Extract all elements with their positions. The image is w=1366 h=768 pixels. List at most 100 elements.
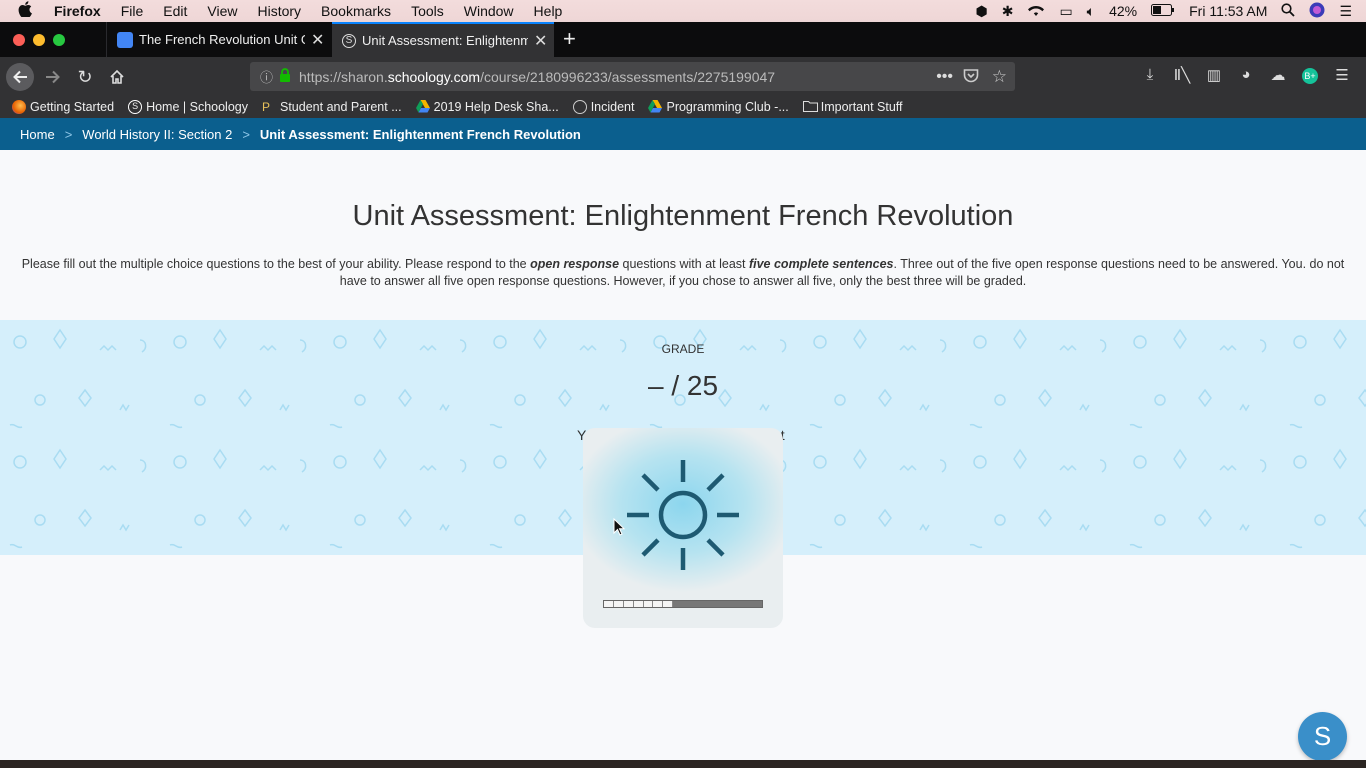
new-tab-button[interactable]: + — [563, 26, 576, 52]
bookmark-label: Programming Club -... — [666, 100, 789, 114]
siri-icon[interactable] — [1309, 2, 1325, 21]
macos-menubar: Firefox File Edit View History Bookmarks… — [0, 0, 1366, 22]
spotlight-search-icon[interactable] — [1281, 2, 1296, 20]
apple-menu-icon[interactable] — [18, 1, 36, 21]
breadcrumb-course-link[interactable]: World History II: Section 2 — [82, 127, 232, 142]
folder-icon — [802, 100, 818, 114]
minimize-window-button[interactable] — [33, 34, 45, 46]
downloads-icon[interactable]: ⤓ — [1134, 66, 1166, 84]
drive-icon — [648, 100, 663, 114]
forward-button[interactable] — [39, 63, 67, 91]
tab-french-revolution-guide[interactable]: The French Revolution Unit Gui ✕ — [106, 22, 330, 57]
page-title: Unit Assessment: Enlightenment French Re… — [352, 200, 1014, 232]
google-docs-icon — [117, 31, 133, 48]
page-actions-icon[interactable]: ••• — [936, 68, 953, 86]
powerschool-icon: P — [262, 100, 271, 114]
instructions-text: Please fill out the multiple choice ques… — [21, 257, 531, 271]
airplay-icon[interactable]: ▭ — [1059, 3, 1072, 20]
menu-help[interactable]: Help — [534, 3, 563, 19]
brightness-segment — [643, 601, 654, 607]
bookmark-star-icon[interactable]: ☆ — [992, 67, 1007, 87]
brightness-segment — [633, 601, 644, 607]
breadcrumb-separator: > — [242, 126, 250, 142]
drive-icon — [415, 100, 430, 114]
tab-unit-assessment[interactable]: S Unit Assessment: Enlightenmen ✕ — [332, 22, 554, 57]
account-icon[interactable]: ◕ — [1230, 66, 1262, 84]
lock-icon[interactable] — [279, 68, 291, 85]
bookmark-label: Important Stuff — [820, 100, 903, 114]
brightness-segment — [613, 601, 624, 607]
breadcrumb-home-link[interactable]: Home — [20, 127, 55, 142]
instructions-emphasis: five complete sentences — [748, 257, 894, 271]
bookmark-getting-started[interactable]: Getting Started — [12, 100, 114, 114]
menu-edit[interactable]: Edit — [163, 3, 187, 19]
globe-icon — [572, 100, 587, 114]
menu-bookmarks[interactable]: Bookmarks — [321, 3, 391, 19]
brightness-segment — [623, 601, 634, 607]
brightness-level-bar — [603, 600, 763, 608]
close-tab-icon[interactable]: ✕ — [311, 30, 324, 50]
assessment-instructions: Please fill out the multiple choice ques… — [20, 256, 1346, 290]
bookmark-label: Getting Started — [30, 100, 115, 114]
pocket-icon[interactable] — [963, 68, 979, 86]
brightness-segment — [604, 601, 614, 607]
menu-tools[interactable]: Tools — [411, 3, 444, 19]
bookmark-label: Home | Schoology — [146, 100, 248, 114]
schoology-chat-button[interactable]: S — [1298, 712, 1347, 761]
firefox-icon — [12, 100, 26, 114]
bookmark-label: Incident — [590, 100, 635, 114]
url-bar[interactable]: ⓘ https://sharon. schoology.com/course/21… — [250, 62, 1015, 91]
menu-hamburger-icon[interactable]: ☰ — [1326, 66, 1358, 84]
battery-percent[interactable]: 42% — [1109, 3, 1137, 19]
battery-icon[interactable] — [1151, 3, 1175, 19]
schoology-icon: S — [128, 100, 143, 114]
menu-app-name[interactable]: Firefox — [54, 3, 101, 19]
home-icon[interactable] — [103, 63, 131, 91]
instructions-emphasis: open response — [530, 257, 620, 271]
volume-icon[interactable]: 🔈︎ — [1087, 3, 1095, 20]
mouse-cursor-icon — [613, 518, 625, 536]
bookmarks-toolbar: Getting Started S Home | Schoology P Stu… — [0, 96, 1366, 118]
back-button[interactable] — [6, 63, 34, 91]
breadcrumb-separator: > — [64, 126, 73, 142]
reload-icon[interactable]: ↻ — [71, 63, 99, 91]
clock[interactable]: Fri 11:53 AM — [1189, 3, 1267, 19]
bookmark-help-desk[interactable]: 2019 Help Desk Sha... — [415, 100, 559, 114]
grade-label: GRADE — [661, 342, 705, 356]
dock-edge — [0, 760, 1366, 768]
extension-cloud-icon[interactable]: ☁ — [1262, 66, 1294, 84]
extension-grammar-icon[interactable]: B+ — [1294, 66, 1326, 84]
wifi-icon[interactable] — [1027, 3, 1045, 20]
tab-strip: The French Revolution Unit Gui ✕ S Unit … — [0, 22, 1366, 57]
breadcrumb-current: Unit Assessment: Enlightenment French Re… — [259, 126, 581, 142]
bookmark-incident[interactable]: Incident — [572, 100, 635, 114]
bookmark-label: 2019 Help Desk Sha... — [433, 100, 559, 114]
close-tab-icon[interactable]: ✕ — [534, 31, 547, 51]
dropbox-icon[interactable]: ⬢ — [975, 3, 987, 20]
close-window-button[interactable] — [13, 34, 25, 46]
grade-value: – / 25 — [647, 370, 719, 401]
brightness-sun-icon — [627, 460, 739, 570]
info-icon[interactable]: ⓘ — [260, 67, 273, 86]
bookmark-programming-club[interactable]: Programming Club -... — [648, 100, 789, 114]
menu-view[interactable]: View — [207, 3, 237, 19]
bookmark-student-parent[interactable]: P Student and Parent ... — [262, 100, 402, 114]
notification-center-icon[interactable]: ☰ — [1339, 3, 1352, 20]
menu-history[interactable]: History — [257, 3, 301, 19]
brightness-segment — [653, 601, 664, 607]
tab-title: Unit Assessment: Enlightenmen — [362, 33, 528, 48]
zoom-window-button[interactable] — [53, 34, 65, 46]
bookmark-home-schoology[interactable]: S Home | Schoology — [128, 100, 248, 114]
schoology-icon: S — [342, 33, 356, 48]
url-path: /course/2180996233/assessments/227519904… — [480, 68, 776, 85]
menu-file[interactable]: File — [121, 3, 144, 19]
breadcrumb: Home > World History II: Section 2 > Uni… — [0, 118, 1366, 150]
url-host: schoology.com — [387, 68, 481, 85]
menu-window[interactable]: Window — [464, 3, 514, 19]
bluetooth-icon[interactable]: ✱ — [1002, 3, 1014, 20]
bookmark-important-stuff[interactable]: Important Stuff — [802, 100, 903, 114]
library-icon[interactable]: Ⅱ╲ — [1166, 66, 1198, 84]
brightness-segment — [663, 601, 674, 607]
sidebar-icon[interactable]: ▥ — [1198, 66, 1230, 84]
url-prefix: https://sharon. — [299, 68, 388, 85]
